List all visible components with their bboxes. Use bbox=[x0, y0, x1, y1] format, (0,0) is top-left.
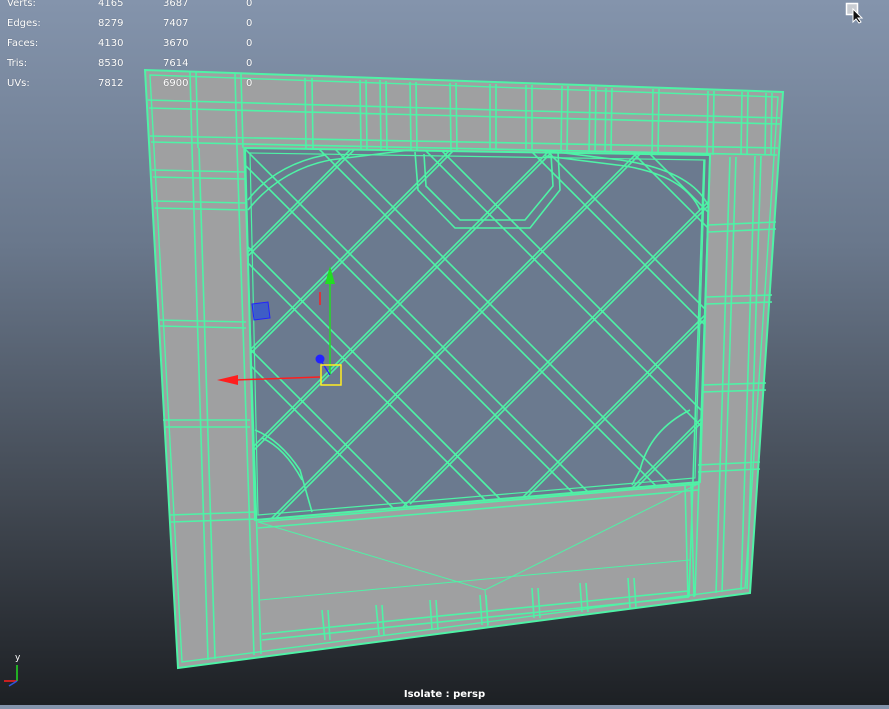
hud-label: UVs: bbox=[7, 78, 30, 89]
hud-label: Tris: bbox=[7, 58, 28, 69]
hud-value-object: 7812 bbox=[98, 78, 124, 89]
hud-label: Faces: bbox=[7, 38, 39, 49]
hud-value-selected: 3687 bbox=[163, 0, 189, 9]
hud-value-selected: 6900 bbox=[163, 78, 189, 89]
hud-row-verts: Verts: 4165 3687 0 bbox=[7, 0, 266, 14]
hud-value-component: 0 bbox=[246, 18, 253, 29]
hud-label: Verts: bbox=[7, 0, 36, 9]
hud-value-selected: 7407 bbox=[163, 18, 189, 29]
hud-value-component: 0 bbox=[246, 38, 253, 49]
hud-value-component: 0 bbox=[246, 78, 253, 89]
hud-value-component: 0 bbox=[246, 0, 253, 9]
axis-indicator-icon: y bbox=[0, 653, 28, 687]
hud-row-tris: Tris: 8530 7614 0 bbox=[7, 54, 266, 74]
hud-row-uvs: UVs: 7812 6900 0 bbox=[7, 74, 266, 94]
hud-value-selected: 3670 bbox=[163, 38, 189, 49]
hud-value-object: 8530 bbox=[98, 58, 124, 69]
camera-label: Isolate : persp bbox=[403, 689, 486, 700]
hud-value-selected: 7614 bbox=[163, 58, 189, 69]
crate-mesh[interactable] bbox=[0, 0, 889, 705]
cursor-select-icon[interactable] bbox=[845, 2, 867, 24]
hud-label: Edges: bbox=[7, 18, 41, 29]
hud-value-object: 4130 bbox=[98, 38, 124, 49]
poly-count-hud: Verts: 4165 3687 0 Edges: 8279 7407 0 Fa… bbox=[7, 0, 266, 94]
hud-row-faces: Faces: 4130 3670 0 bbox=[7, 34, 266, 54]
perspective-viewport[interactable]: Verts: 4165 3687 0 Edges: 8279 7407 0 Fa… bbox=[0, 0, 889, 705]
hud-value-object: 8279 bbox=[98, 18, 124, 29]
hud-value-object: 4165 bbox=[98, 0, 124, 9]
hud-value-component: 0 bbox=[246, 58, 253, 69]
hud-row-edges: Edges: 8279 7407 0 bbox=[7, 14, 266, 34]
